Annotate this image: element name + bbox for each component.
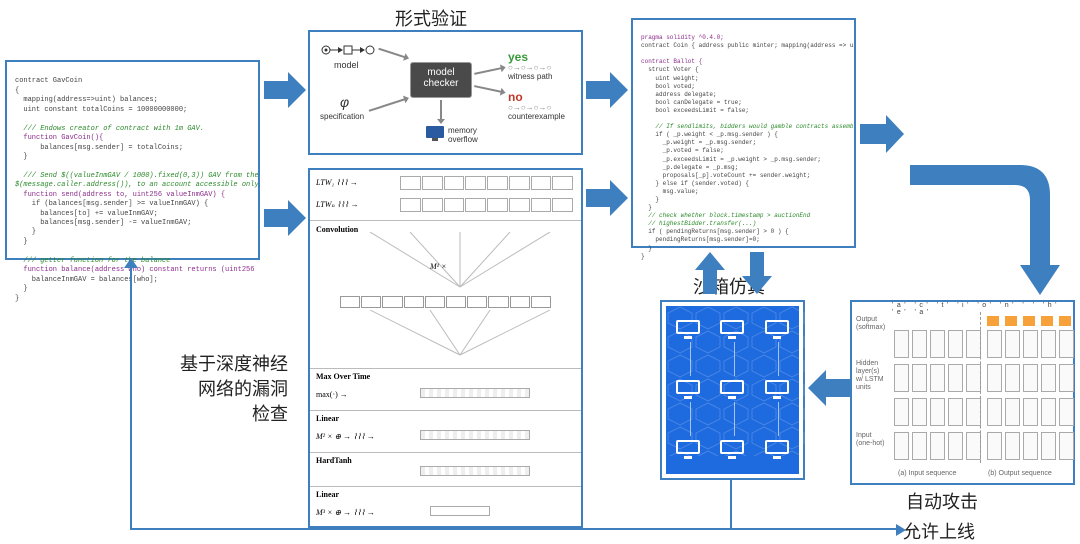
nn-fanout [370, 310, 550, 360]
overflow-label: overflow [448, 135, 478, 144]
no-path: ○→○→○→○ [508, 103, 551, 112]
sandbox-bg [666, 306, 799, 474]
memory-label: memory [448, 126, 477, 135]
nn-bar-3 [420, 466, 530, 476]
nn-bar-1 [420, 388, 530, 398]
nn-lin2: Linear [316, 490, 339, 499]
mc-arrow-3 [474, 67, 502, 74]
model-checker-block: model checker [410, 62, 472, 98]
counterexample-label: counterexample [508, 112, 565, 121]
nn-bar-4 [430, 506, 490, 516]
lstm-hidden: Hidden [856, 360, 878, 367]
no-label: no [508, 90, 523, 104]
sandbox-panel [660, 300, 805, 480]
title-dnn-3: 检查 [158, 400, 288, 426]
arrow-sb-up-2 [742, 252, 772, 299]
lstm-softmax: (softmax) [856, 324, 885, 331]
arrow-nn-to-code [586, 180, 628, 221]
nn-bar-2 [420, 430, 530, 440]
lstm-onehot: (one-hot) [856, 440, 884, 447]
flow-v2 [130, 260, 132, 530]
arrow-code-to-nn [264, 200, 306, 241]
lstm-panel: Output (softmax) Hidden layer(s) w/ LSTM… [850, 300, 1075, 485]
arrow-lstm-to-sandbox [808, 370, 850, 411]
lstm-layers: layer(s) [856, 368, 879, 375]
nn-conv: Convolution [316, 225, 358, 234]
arrow-path-down [910, 155, 1060, 300]
nn-cells-3 [340, 296, 551, 308]
mc-arrow-1 [378, 48, 405, 58]
sb-row-3 [666, 438, 799, 460]
sb-row-2 [666, 378, 799, 400]
lstm-units: units [856, 384, 871, 391]
lstm-oseq: (b) Output sequence [988, 470, 1052, 477]
phi-symbol: φ [340, 94, 349, 110]
flow-arrowhead-2 [896, 523, 906, 541]
nn-htanh: HardTanh [316, 456, 352, 465]
nn-cells-2 [400, 198, 573, 212]
annotated-code-text: pragma solidity ^0.4.0; contract Coin { … [633, 20, 854, 267]
nn-m3: M³ × ⊕ → ⌇⌇⌇ → [316, 508, 375, 517]
memory-icon [424, 124, 446, 147]
source-code-panel: contract GavCoin { mapping(address=>uint… [5, 60, 260, 260]
sb-row-1 [666, 318, 799, 340]
nn-lin1: Linear [316, 414, 339, 423]
title-dnn-2: 网络的漏洞 [158, 375, 288, 401]
lstm-input: Input [856, 432, 872, 439]
lstm-iseq: (a) Input sequence [898, 470, 956, 477]
title-formal-verification: 形式验证 [395, 5, 467, 31]
arrow-sb-up-1 [695, 252, 725, 299]
lstm-wlstm: w/ LSTM [856, 376, 884, 383]
yes-label: yes [508, 50, 528, 64]
model-checker-panel: model φ specification model checker yes … [308, 30, 583, 155]
title-auto-attack: 自动攻击 [906, 488, 978, 514]
title-dnn-1: 基于深度神经 [158, 350, 288, 376]
spec-label: specification [320, 112, 364, 121]
lstm-divider [980, 312, 981, 463]
witness-label: witness path [508, 72, 552, 81]
flow-arrowhead [124, 255, 138, 273]
nn-m1: M¹ × [430, 262, 446, 271]
nn-lt1: LTW₁ ⌇⌇⌇ → [316, 178, 358, 187]
lstm-seq: 'a' 'c' 't' 'i' 'o' 'n' ' ' 'h' 'e' 'a' [892, 302, 1069, 316]
nn-max: max(·) → [316, 390, 348, 399]
nn-cells-1 [400, 176, 573, 190]
mc-arrow-5 [440, 100, 442, 120]
flow-v1 [730, 480, 732, 530]
nn-m2: M² × ⊕ → ⌇⌇⌇ → [316, 432, 375, 441]
nn-panel: LTW₁ ⌇⌇⌇ → LTWₙ ⌇⌇⌇ → Convolution M¹ × M… [308, 168, 583, 528]
title-allow-online: 允许上线 [903, 518, 975, 544]
mc-arrow-2 [369, 98, 406, 111]
flow-h2 [730, 528, 898, 530]
yes-path: ○→○→○→○ [508, 63, 551, 72]
nn-fanin [370, 232, 550, 292]
annotated-code-panel: pragma solidity ^0.4.0; contract Coin { … [631, 18, 856, 248]
nn-ltn: LTWₙ ⌇⌇⌇ → [316, 200, 359, 209]
nn-maxot: Max Over Time [316, 372, 370, 381]
flow-h1 [130, 528, 732, 530]
arrow-code-to-path [860, 115, 904, 158]
arrow-code-to-mc [264, 72, 306, 113]
model-label: model [334, 60, 359, 70]
mc-arrow-4 [474, 85, 502, 92]
lstm-output: Output [856, 316, 877, 323]
arrow-mc-to-code [586, 72, 628, 113]
